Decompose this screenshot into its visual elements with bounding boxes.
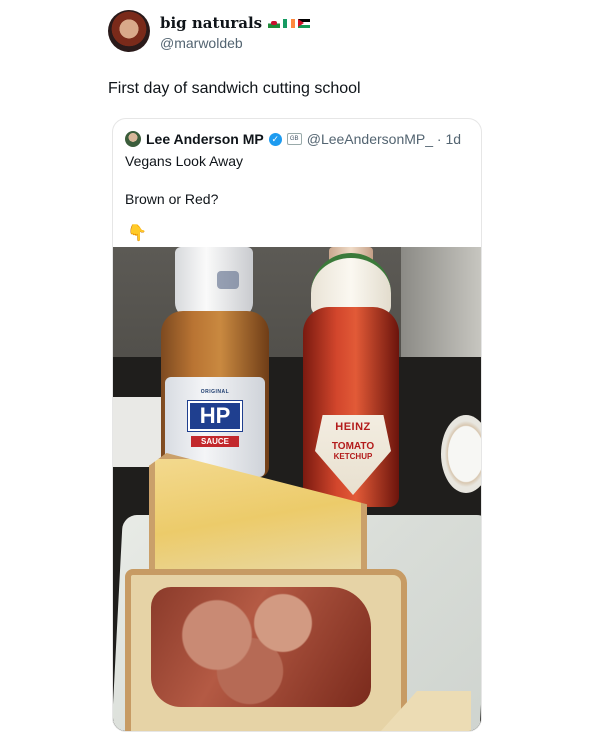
author-handle[interactable]: @marwoldeb <box>160 35 243 51</box>
background-window <box>401 247 481 357</box>
heinz-ketchup-bottle: HEINZ TOMATO KETCHUP <box>297 247 405 517</box>
quoted-text-line2: Brown or Red? <box>125 191 219 207</box>
affiliation-badge-icon: GB <box>286 133 302 145</box>
author-avatar[interactable] <box>108 10 150 52</box>
palestine-flag-icon <box>298 18 311 28</box>
hp-cap <box>175 247 253 317</box>
heinz-ketchup-text: KETCHUP <box>333 452 373 461</box>
bacon <box>151 587 371 707</box>
tweet-text: First day of sandwich cutting school <box>108 80 361 97</box>
wales-flag-icon <box>268 18 281 28</box>
quoted-header: Lee Anderson MP ✓ GB @LeeAndersonMP_ · 1… <box>125 131 461 147</box>
flag-emojis <box>268 18 311 28</box>
royal-crest-icon <box>217 271 239 289</box>
author-name-row: big naturals <box>160 14 311 32</box>
hp-original-text: ORIGINAL <box>200 389 230 395</box>
heinz-tomato-text: TOMATO <box>331 441 375 452</box>
quoted-photo[interactable]: ORIGINAL HP SAUCE HEINZ TOMATO KETCHUP <box>113 247 481 731</box>
quoted-tweet[interactable]: Lee Anderson MP ✓ GB @LeeAndersonMP_ · 1… <box>112 118 482 732</box>
hp-logo: HP <box>186 400 244 432</box>
hp-sauce-text: SAUCE <box>190 436 239 447</box>
author-name[interactable]: big naturals <box>160 14 262 32</box>
bacon-bread-slice <box>125 569 407 731</box>
quoted-avatar[interactable] <box>125 131 141 147</box>
hp-sauce-bottle: ORIGINAL HP SAUCE <box>159 247 271 477</box>
pointing-down-emoji: 👇 <box>127 225 147 242</box>
verified-badge-icon: ✓ <box>268 132 282 146</box>
quoted-handle-time: @LeeAndersonMP_ · 1d <box>306 131 462 147</box>
ireland-flag-icon <box>283 18 296 28</box>
quoted-text-line1: Vegans Look Away <box>125 153 244 169</box>
quoted-author-name[interactable]: Lee Anderson MP <box>146 131 264 147</box>
heinz-brand-text: HEINZ <box>335 421 371 433</box>
